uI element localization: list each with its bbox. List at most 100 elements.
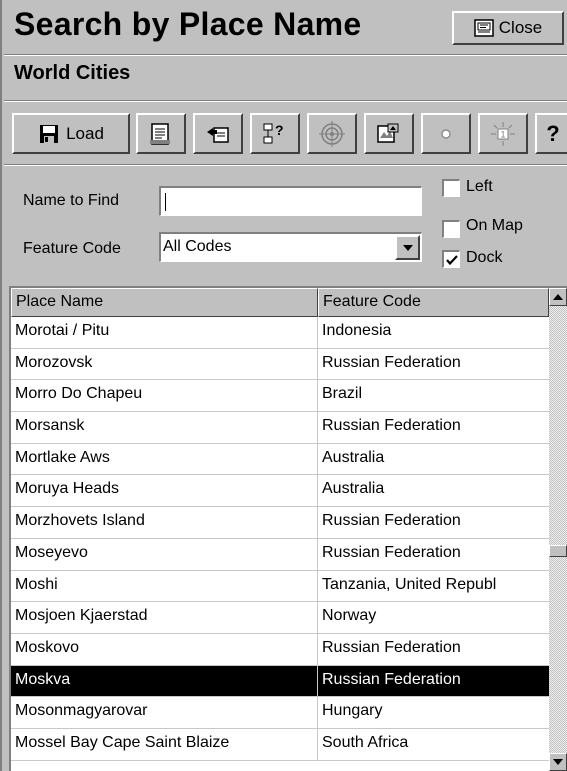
tree-help-button[interactable]: ?	[250, 113, 300, 154]
dock-checkbox-label: Dock	[466, 249, 503, 266]
divider	[4, 54, 567, 56]
feature-code-cell: Indonesia	[322, 322, 392, 339]
window-title: Search by Place Name	[14, 6, 362, 42]
load-icon	[38, 123, 60, 145]
place-name-cell: Mosjoen Kjaerstad	[11, 602, 318, 633]
place-name-cell: Moskovo	[11, 633, 318, 665]
layer-title: World Cities	[14, 62, 131, 84]
table-row[interactable]: Morsansk Russian Federation	[11, 412, 549, 444]
print-list-icon	[148, 122, 174, 146]
help-icon: ?	[546, 120, 560, 146]
feature-code-label: Feature Code	[23, 240, 121, 257]
table-row[interactable]: Mortlake Aws Australia	[11, 443, 549, 476]
place-name-cell: Moskva	[11, 665, 318, 697]
results-list: Place Name Feature Code Morotai / Pitu In…	[9, 286, 567, 771]
scroll-down-button[interactable]	[549, 753, 567, 771]
place-name-cell: Moshi	[11, 570, 318, 602]
place-name-cell: Morsansk	[11, 412, 318, 443]
place-name-cell: Mosonmagyarovar	[11, 697, 318, 728]
find-form: Name to Find Feature Code All Codes Left…	[4, 170, 567, 282]
feature-code-cell: South Africa	[322, 733, 409, 751]
svg-text:?: ?	[275, 122, 284, 138]
title-bar: Search by Place Name Close	[4, 0, 567, 54]
map-view-button[interactable]	[364, 113, 414, 154]
name-to-find-label: Name to Find	[23, 192, 120, 209]
dot-icon	[440, 128, 452, 140]
place-name-cell: Moseyevo	[11, 538, 318, 570]
table-row[interactable]: Moskva Russian Federation	[11, 665, 549, 698]
place-name-cell: Morzhovets Island	[11, 507, 318, 538]
table-row[interactable]: Moshi Tanzania, United Republ	[11, 570, 549, 603]
close-icon	[474, 19, 494, 37]
results-rows: Morotai / Pitu Indonesia Morozovsk Russian …	[11, 317, 549, 761]
print-list-button[interactable]	[136, 113, 186, 154]
feature-code-cell: Russian Federation	[322, 670, 461, 688]
chevron-down-icon	[402, 239, 414, 257]
map-view-icon	[376, 122, 402, 146]
vertical-scrollbar[interactable]	[549, 288, 567, 771]
copy-icon	[205, 122, 231, 146]
table-row[interactable]: Morro Do Chapeu Brazil	[11, 380, 549, 413]
place-name-cell: Mortlake Aws	[11, 443, 318, 475]
dot-button[interactable]	[421, 113, 471, 154]
target-icon	[319, 120, 345, 147]
feature-code-cell: Norway	[322, 607, 377, 625]
help-button[interactable]: ?	[535, 113, 567, 154]
divider	[4, 164, 567, 166]
dock-checkbox[interactable]	[442, 250, 460, 268]
locate-button[interactable]: 1	[478, 113, 528, 154]
on-map-checkbox-label: On Map	[466, 217, 523, 234]
name-to-find-input[interactable]	[159, 186, 422, 216]
toolbar: Load ? 1 ?	[4, 104, 567, 164]
locate-icon: 1	[490, 121, 516, 147]
place-name-cell: Morro Do Chapeu	[11, 380, 318, 412]
feature-code-cell: Australia	[322, 480, 385, 498]
close-label: Close	[498, 18, 543, 37]
load-label: Load	[66, 123, 104, 143]
scroll-thumb[interactable]	[549, 545, 567, 558]
feature-code-cell: Russian Federation	[322, 638, 461, 656]
left-checkbox-label: Left	[466, 178, 493, 195]
table-row[interactable]: Moruya Heads Australia	[11, 475, 549, 508]
feature-code-cell: Tanzania, United Republ	[322, 575, 497, 593]
place-name-cell: Mossel Bay Cape Saint Blaize	[11, 728, 318, 760]
close-button[interactable]: Close	[452, 11, 564, 45]
table-row[interactable]: Morozovsk Russian Federation	[11, 348, 549, 381]
table-row[interactable]: Mossel Bay Cape Saint Blaize South Africa	[11, 728, 549, 761]
on-map-checkbox[interactable]	[442, 220, 460, 238]
place-name-cell: Moruya Heads	[11, 475, 318, 507]
check-icon	[446, 255, 458, 266]
table-row[interactable]: Moskovo Russian Federation	[11, 633, 549, 666]
feature-code-cell: Russian Federation	[322, 512, 461, 530]
feature-code-cell: Australia	[322, 448, 385, 466]
table-row[interactable]: Moseyevo Russian Federation	[11, 538, 549, 571]
left-checkbox[interactable]	[442, 179, 460, 197]
table-row[interactable]: Morzhovets Island Russian Federation	[11, 507, 549, 539]
target-button[interactable]	[307, 113, 357, 154]
feature-code-cell: Russian Federation	[322, 417, 461, 435]
feature-code-value: All Codes	[163, 238, 232, 255]
svg-text:1: 1	[501, 129, 506, 139]
search-window: Search by Place Name Close World Cities	[0, 0, 567, 771]
feature-code-cell: Russian Federation	[322, 353, 461, 371]
tree-help-icon: ?	[262, 122, 288, 146]
table-row[interactable]: Mosonmagyarovar Hungary	[11, 697, 549, 729]
arrow-up-icon	[553, 294, 563, 300]
column-header-feature-code[interactable]: Feature Code	[318, 288, 549, 317]
divider	[4, 100, 567, 102]
table-row[interactable]: Morotai / Pitu Indonesia	[11, 317, 549, 349]
feature-code-cell: Hungary	[322, 702, 383, 720]
copy-button[interactable]	[193, 113, 243, 154]
place-name-cell: Morozovsk	[11, 348, 318, 380]
feature-code-select[interactable]: All Codes	[159, 232, 422, 262]
text-caret	[165, 193, 166, 211]
table-row[interactable]: Mosjoen Kjaerstad Norway	[11, 602, 549, 634]
load-button[interactable]: Load	[12, 113, 130, 154]
feature-code-cell: Russian Federation	[322, 543, 461, 561]
dropdown-button[interactable]	[395, 235, 420, 260]
column-header-place-name[interactable]: Place Name	[11, 288, 318, 317]
place-name-cell: Morotai / Pitu	[11, 317, 318, 348]
feature-code-cell: Brazil	[322, 385, 363, 403]
arrow-down-icon	[553, 759, 563, 765]
scroll-up-button[interactable]	[549, 288, 567, 306]
